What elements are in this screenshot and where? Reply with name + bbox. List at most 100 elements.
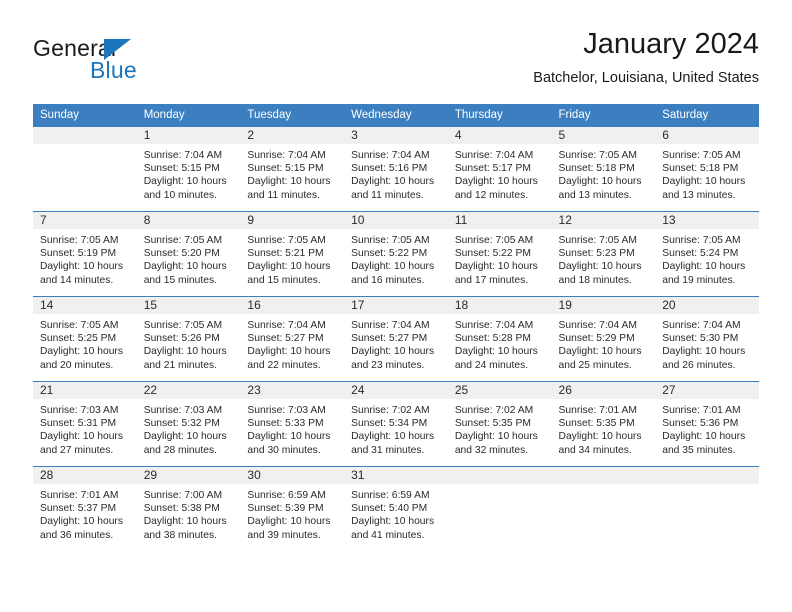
calendar-day-cell[interactable]: 8 Sunrise: 7:05 AM Sunset: 5:20 PM Daylight…	[136, 211, 241, 297]
daylight-duration: Daylight: 10 hours	[143, 176, 227, 188]
calendar-page: General Blue January 2024 Batchelor, Lou…	[0, 0, 792, 612]
calendar-day-cell[interactable]: 24 Sunrise: 7:02 AM Sunset: 5:34 PM Dayligh…	[344, 381, 448, 467]
day-number: 28	[33, 467, 137, 484]
calendar-week-row: 21 Sunrise: 7:03 AM Sunset: 5:31 PM Dayligh…	[33, 381, 759, 467]
calendar-day-cell[interactable]	[551, 466, 656, 551]
calendar-day-cell[interactable]: 27 Sunrise: 7:01 AM Sunset: 5:36 PM Dayligh…	[655, 381, 759, 467]
sunset-time: Sunset: 5:30 PM	[662, 333, 739, 345]
day-details: Sunrise: 7:05 AM Sunset: 5:18 PM Daylight:…	[655, 144, 759, 202]
daylight-duration-cont: and 31 minutes.	[351, 444, 425, 456]
daylight-duration-cont: and 19 minutes.	[662, 274, 736, 286]
sunset-time: Sunset: 5:25 PM	[40, 333, 117, 345]
sunrise-time: Sunrise: 6:59 AM	[247, 490, 326, 501]
calendar-day-cell[interactable]: 17 Sunrise: 7:04 AM Sunset: 5:27 PM Dayligh…	[344, 296, 448, 382]
daylight-duration: Daylight: 10 hours	[454, 176, 538, 188]
day-details: Sunrise: 7:04 AM Sunset: 5:16 PM Daylight:…	[344, 144, 448, 202]
sunrise-time: Sunrise: 7:04 AM	[351, 320, 430, 331]
daylight-duration: Daylight: 10 hours	[40, 431, 123, 443]
sunrise-time: Sunrise: 7:04 AM	[351, 150, 430, 161]
calendar-day-cell[interactable]: 5 Sunrise: 7:05 AM Sunset: 5:18 PM Daylight…	[551, 127, 656, 212]
calendar-day-cell[interactable]: 23 Sunrise: 7:03 AM Sunset: 5:33 PM Dayligh…	[240, 381, 345, 467]
weekday-header-monday: Monday	[136, 104, 241, 127]
daylight-duration-cont: and 34 minutes.	[558, 444, 632, 456]
sunrise-time: Sunrise: 7:04 AM	[143, 150, 223, 161]
calendar-day-cell[interactable]: 16 Sunrise: 7:04 AM Sunset: 5:27 PM Dayligh…	[240, 296, 345, 382]
daylight-duration-cont: and 17 minutes.	[454, 274, 529, 286]
sunrise-time: Sunrise: 7:04 AM	[454, 150, 534, 161]
day-details: Sunrise: 6:59 AM Sunset: 5:39 PM Daylight:…	[240, 484, 344, 542]
title-block: January 2024 Batchelor, Louisiana, Unite…	[533, 27, 759, 87]
calendar-day-cell[interactable]: 29 Sunrise: 7:00 AM Sunset: 5:38 PM Dayligh…	[136, 466, 241, 551]
day-number: 16	[240, 297, 345, 314]
calendar-day-cell[interactable]	[33, 127, 137, 212]
sunset-time: Sunset: 5:27 PM	[351, 333, 428, 345]
day-number: 30	[240, 467, 345, 484]
day-number: 3	[344, 127, 448, 144]
calendar-day-cell[interactable]: 1 Sunrise: 7:04 AM Sunset: 5:15 PM Daylight…	[136, 127, 241, 212]
calendar-day-cell[interactable]: 9 Sunrise: 7:05 AM Sunset: 5:21 PM Daylight…	[240, 211, 345, 297]
day-number: 12	[551, 212, 656, 229]
calendar-day-cell[interactable]: 13 Sunrise: 7:05 AM Sunset: 5:24 PM Dayligh…	[655, 211, 759, 297]
daylight-duration-cont: and 36 minutes.	[40, 529, 114, 541]
daylight-duration-cont: and 14 minutes.	[40, 274, 114, 286]
calendar-day-cell[interactable]: 21 Sunrise: 7:03 AM Sunset: 5:31 PM Dayligh…	[33, 381, 137, 467]
calendar-day-cell[interactable]: 19 Sunrise: 7:04 AM Sunset: 5:29 PM Dayligh…	[551, 296, 656, 382]
sunset-time: Sunset: 5:26 PM	[143, 333, 220, 345]
calendar-day-cell[interactable]: 11 Sunrise: 7:05 AM Sunset: 5:22 PM Dayligh…	[447, 211, 552, 297]
day-details: Sunrise: 7:04 AM Sunset: 5:30 PM Daylight:…	[655, 314, 759, 372]
daylight-duration: Daylight: 10 hours	[40, 261, 123, 273]
calendar-day-cell[interactable]	[447, 466, 552, 551]
day-details: Sunrise: 7:05 AM Sunset: 5:22 PM Daylight:…	[448, 229, 552, 287]
day-details: Sunrise: 7:01 AM Sunset: 5:36 PM Daylight:…	[655, 399, 759, 457]
sunrise-time: Sunrise: 7:04 AM	[454, 320, 534, 331]
calendar-week-row: 1 Sunrise: 7:04 AM Sunset: 5:15 PM Daylight…	[33, 127, 759, 212]
calendar-day-cell[interactable]: 3 Sunrise: 7:04 AM Sunset: 5:16 PM Daylight…	[344, 127, 448, 212]
daylight-duration: Daylight: 10 hours	[247, 176, 331, 188]
calendar-day-cell[interactable]: 15 Sunrise: 7:05 AM Sunset: 5:26 PM Dayligh…	[136, 296, 241, 382]
weekday-header-wednesday: Wednesday	[344, 104, 448, 127]
calendar-day-cell[interactable]	[655, 466, 759, 551]
sunrise-time: Sunrise: 7:01 AM	[40, 490, 119, 501]
sunrise-time: Sunrise: 7:01 AM	[558, 405, 637, 416]
day-number: 19	[551, 297, 656, 314]
weekday-header-friday: Friday	[551, 104, 656, 127]
calendar-day-cell[interactable]: 20 Sunrise: 7:04 AM Sunset: 5:30 PM Dayligh…	[655, 296, 759, 382]
calendar-day-cell[interactable]: 10 Sunrise: 7:05 AM Sunset: 5:22 PM Dayligh…	[344, 211, 448, 297]
calendar-day-cell[interactable]: 4 Sunrise: 7:04 AM Sunset: 5:17 PM Daylight…	[447, 127, 552, 212]
calendar-day-cell[interactable]: 7 Sunrise: 7:05 AM Sunset: 5:19 PM Daylight…	[33, 211, 137, 297]
daylight-duration: Daylight: 10 hours	[247, 346, 331, 358]
day-number: 14	[33, 297, 137, 314]
sunset-time: Sunset: 5:38 PM	[143, 503, 220, 515]
calendar-table: Sunday Monday Tuesday Wednesday Thursday…	[33, 104, 759, 551]
general-blue-logo[interactable]: General Blue	[33, 35, 253, 91]
sunrise-time: Sunrise: 7:05 AM	[662, 235, 741, 246]
sunrise-time: Sunrise: 7:04 AM	[247, 320, 326, 331]
calendar-day-cell[interactable]: 31 Sunrise: 6:59 AM Sunset: 5:40 PM Dayligh…	[344, 466, 448, 551]
sunset-time: Sunset: 5:27 PM	[247, 333, 324, 345]
sunrise-time: Sunrise: 7:05 AM	[143, 235, 223, 246]
calendar-day-cell[interactable]: 30 Sunrise: 6:59 AM Sunset: 5:39 PM Dayligh…	[240, 466, 345, 551]
day-details: Sunrise: 7:03 AM Sunset: 5:31 PM Daylight:…	[33, 399, 137, 457]
calendar-day-cell[interactable]: 26 Sunrise: 7:01 AM Sunset: 5:35 PM Dayligh…	[551, 381, 656, 467]
day-number: 25	[447, 382, 552, 399]
calendar-day-cell[interactable]: 18 Sunrise: 7:04 AM Sunset: 5:28 PM Dayligh…	[447, 296, 552, 382]
day-details: Sunrise: 7:01 AM Sunset: 5:37 PM Daylight:…	[33, 484, 137, 542]
calendar-day-cell[interactable]: 6 Sunrise: 7:05 AM Sunset: 5:18 PM Daylight…	[655, 127, 759, 212]
page-title: January 2024	[583, 28, 759, 60]
location-subtitle: Batchelor, Louisiana, United States	[533, 70, 759, 86]
sunrise-time: Sunrise: 7:04 AM	[662, 320, 741, 331]
daylight-duration-cont: and 32 minutes.	[454, 444, 529, 456]
day-number: 11	[447, 212, 552, 229]
day-number: 26	[551, 382, 656, 399]
weekday-header-thursday: Thursday	[447, 104, 552, 127]
calendar-day-cell[interactable]: 28 Sunrise: 7:01 AM Sunset: 5:37 PM Dayligh…	[33, 466, 137, 551]
calendar-day-cell[interactable]: 25 Sunrise: 7:02 AM Sunset: 5:35 PM Dayligh…	[447, 381, 552, 467]
day-details: Sunrise: 7:05 AM Sunset: 5:23 PM Daylight:…	[552, 229, 656, 287]
calendar-day-cell[interactable]: 12 Sunrise: 7:05 AM Sunset: 5:23 PM Dayligh…	[551, 211, 656, 297]
calendar-day-cell[interactable]: 22 Sunrise: 7:03 AM Sunset: 5:32 PM Dayligh…	[136, 381, 241, 467]
calendar-day-cell[interactable]: 2 Sunrise: 7:04 AM Sunset: 5:15 PM Daylight…	[240, 127, 345, 212]
sunrise-time: Sunrise: 7:02 AM	[454, 405, 534, 416]
day-number: 20	[655, 297, 759, 314]
day-details: Sunrise: 7:04 AM Sunset: 5:28 PM Daylight:…	[448, 314, 552, 372]
calendar-day-cell[interactable]: 14 Sunrise: 7:05 AM Sunset: 5:25 PM Dayligh…	[33, 296, 137, 382]
